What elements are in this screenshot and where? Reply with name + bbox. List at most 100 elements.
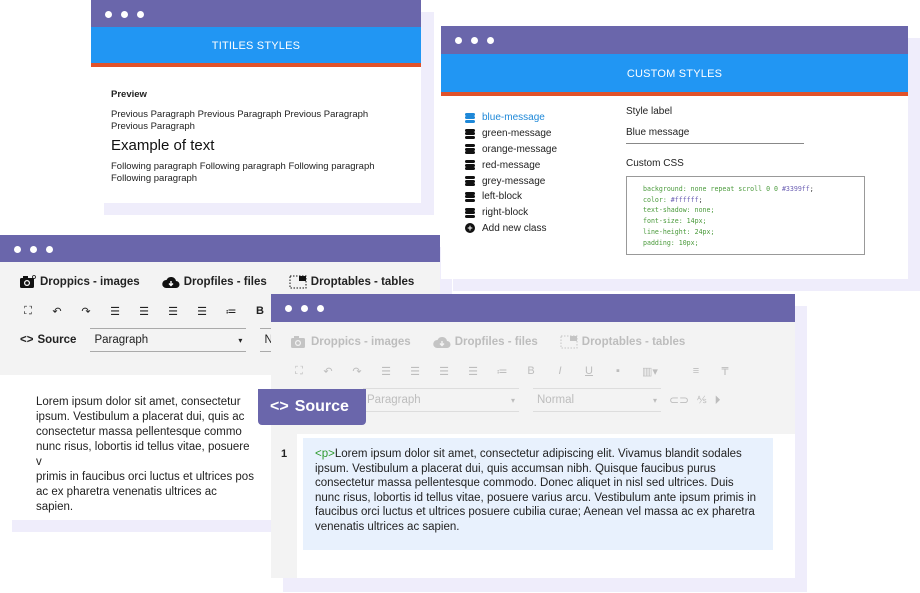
droptables-button: Droptables - tables — [560, 335, 685, 349]
line-number: 1 — [280, 448, 288, 460]
columns-icon: ▥▾ — [642, 365, 658, 378]
align-right-icon: ☰ — [410, 365, 420, 378]
source-mode-button[interactable]: <> Source — [258, 389, 366, 425]
following-paragraph: Following paragraph Following paragraph … — [111, 161, 375, 184]
source-button[interactable]: <> Source — [20, 334, 76, 346]
fullscreen-icon[interactable]: ⛶ — [20, 303, 36, 319]
class-item-red-message[interactable]: red-message — [465, 157, 557, 173]
database-icon — [465, 191, 475, 202]
code-content: Lorem ipsum dolor sit amet, consectetur … — [315, 448, 757, 533]
css-line: padding: 10px; — [643, 238, 699, 247]
database-icon — [465, 128, 475, 139]
caret-down-icon: ▾ — [652, 395, 657, 405]
align-left-icon[interactable]: ☰ — [107, 303, 123, 319]
folder-icon: ▪ — [616, 365, 620, 377]
code-open-tag: <p> — [315, 448, 335, 460]
window-header: TITILES STYLES — [91, 27, 421, 67]
camera-icon — [20, 275, 36, 288]
undo-icon[interactable]: ↶ — [49, 303, 65, 319]
style-label-title: Style label — [626, 106, 673, 117]
custom-css-title: Custom CSS — [626, 158, 684, 169]
format-toolbar: ⛶ ↶ ↷ ☰ ☰ ☰ ☰ ≔ B I U ▪ ▥▾ ≡ ₸ — [271, 362, 795, 380]
style-form: Style label Custom CSS background: none … — [626, 106, 886, 255]
align-justify-icon[interactable]: ☰ — [194, 303, 210, 319]
class-item-grey-message[interactable]: grey-message — [465, 173, 557, 189]
code-icon: <> — [270, 398, 289, 415]
custom-css-editor[interactable]: background: none repeat scroll 0 0 #3399… — [626, 176, 865, 255]
caret-down-icon: ▾ — [510, 395, 515, 405]
preview-label: Preview — [111, 89, 147, 100]
line-number-gutter: 1 — [271, 434, 297, 578]
format-select: Paragraph ▾ — [363, 388, 519, 412]
class-item-orange-message[interactable]: orange-message — [465, 142, 557, 158]
bold-button[interactable]: B — [252, 303, 268, 319]
format-select[interactable]: Paragraph ▾ — [90, 328, 247, 352]
align-justify-icon: ☰ — [468, 365, 478, 378]
caret-down-icon: ▾ — [238, 335, 243, 345]
css-line: text-shadow: none; — [643, 206, 715, 215]
source-editor-window: Droppics - images Dropfiles - files Drop… — [271, 294, 795, 578]
cloud-download-icon — [432, 336, 451, 348]
table-icon — [289, 275, 307, 289]
droppics-button: Droppics - images — [291, 335, 411, 349]
align-center-icon[interactable]: ☰ — [165, 303, 181, 319]
css-line: line-height: 24px; — [643, 227, 715, 236]
window-titlebar — [91, 0, 421, 27]
paragraph-format-icon: ≡ — [692, 365, 700, 377]
css-line: color: #ffffff; — [643, 195, 703, 204]
code-icon: <> — [20, 334, 34, 346]
style-class-list: blue-message green-message orange-messag… — [465, 110, 557, 236]
droppics-button[interactable]: Droppics - images — [20, 275, 140, 289]
droptables-button[interactable]: Droptables - tables — [289, 275, 414, 289]
window-header: CUSTOM STYLES — [441, 54, 908, 96]
window-titlebar — [0, 235, 440, 262]
window-dots — [455, 37, 494, 44]
class-item-right-block[interactable]: right-block — [465, 205, 557, 221]
editor-content[interactable]: Lorem ipsum dolor sit amet, consectetur … — [0, 375, 290, 520]
add-new-class-button[interactable]: + Add new class — [465, 221, 557, 237]
css-line: background: none repeat scroll 0 0 #3399… — [643, 185, 814, 193]
bullet-list-icon[interactable]: ≔ — [223, 303, 239, 319]
class-item-green-message[interactable]: green-message — [465, 126, 557, 142]
redo-icon[interactable]: ↷ — [78, 303, 94, 319]
align-right-icon[interactable]: ☰ — [136, 303, 152, 319]
cloud-download-icon — [161, 276, 180, 288]
window-titlebar — [271, 294, 795, 322]
bold-button: B — [527, 365, 535, 377]
source-code-area[interactable]: <p>Lorem ipsum dolor sit amet, consectet… — [303, 438, 773, 550]
camera-icon — [291, 336, 305, 348]
database-icon — [465, 112, 475, 123]
database-icon — [465, 207, 475, 218]
dropfiles-button: Dropfiles - files — [432, 336, 538, 349]
redo-icon: ↷ — [352, 365, 362, 378]
class-item-blue-message[interactable]: blue-message — [465, 110, 557, 126]
fullscreen-icon: ⛶ — [295, 364, 303, 377]
align-center-icon: ☰ — [439, 365, 449, 378]
class-item-left-block[interactable]: left-block — [465, 189, 557, 205]
custom-styles-window: CUSTOM STYLES blue-message green-message… — [441, 26, 908, 279]
table-icon — [560, 335, 578, 349]
plus-circle-icon: + — [465, 223, 475, 234]
unlink-icon: ⅍ — [697, 394, 707, 406]
underline-button: U — [585, 365, 593, 377]
link-icon: ⊂⊃ — [669, 393, 690, 407]
database-icon — [465, 176, 475, 187]
preview-panel: Preview Previous Paragraph Previous Para… — [91, 67, 421, 185]
titles-styles-window: TITILES STYLES Preview Previous Paragrap… — [91, 0, 421, 203]
window-titlebar — [441, 26, 908, 54]
italic-button: I — [558, 365, 562, 377]
dropfiles-button[interactable]: Dropfiles - files — [161, 276, 267, 289]
database-icon — [465, 160, 475, 171]
style-label-input[interactable] — [626, 123, 804, 144]
undo-icon: ↶ — [323, 365, 333, 378]
window-dots — [14, 246, 53, 253]
previous-paragraph: Previous Paragraph Previous Paragraph Pr… — [111, 109, 369, 132]
example-heading: Example of text — [111, 137, 215, 154]
bullet-list-icon: ≔ — [496, 365, 508, 378]
plugin-bar: Droppics - images Dropfiles - files Drop… — [271, 322, 795, 362]
size-select: Normal ▾ — [533, 388, 661, 412]
window-dots — [285, 305, 324, 312]
paint-format-icon: ₸ — [721, 365, 729, 378]
play-circle-icon: ⏵ — [714, 392, 721, 407]
database-icon — [465, 144, 475, 155]
